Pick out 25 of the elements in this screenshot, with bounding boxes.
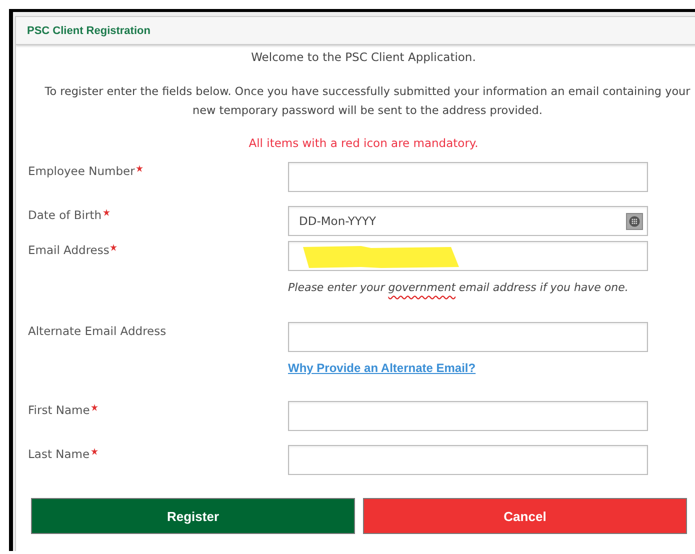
hint-text: Please enter your government email address if you have one. [288,280,628,296]
required-icon [136,165,143,172]
intro-paragraph: To register enter the fields below. Once you have successfully submitted your information an email containing your new temporary password will be sent to the address provided. [44,84,692,119]
cancel-button[interactable]: Cancel [363,498,687,534]
field-label: Employee Number [28,164,135,178]
mandatory-note: All items with a red icon are mandatory. [248,135,480,152]
required-icon [102,209,110,216]
required-icon [90,404,98,411]
panel-title: PSC Client Registration [27,24,150,36]
register-button[interactable]: Register [31,498,355,534]
input-field[interactable] [288,241,648,271]
field-label: Alternate Email Address [28,324,166,338]
input-field[interactable] [288,445,648,475]
input-field[interactable] [288,162,648,192]
required-icon [110,244,118,251]
field-label: Last Name [28,447,90,461]
calendar-button[interactable] [626,213,643,230]
welcome-text: Welcome to the PSC Client Application. [250,49,477,66]
date-field[interactable]: DD-Mon-YYYY [288,206,648,236]
field-label: First Name [28,403,90,417]
field-label: Email Address [28,243,110,257]
field-label: Date of Birth [28,208,102,222]
input-field[interactable] [288,401,648,431]
required-icon [90,448,98,455]
input-field[interactable] [288,322,648,352]
